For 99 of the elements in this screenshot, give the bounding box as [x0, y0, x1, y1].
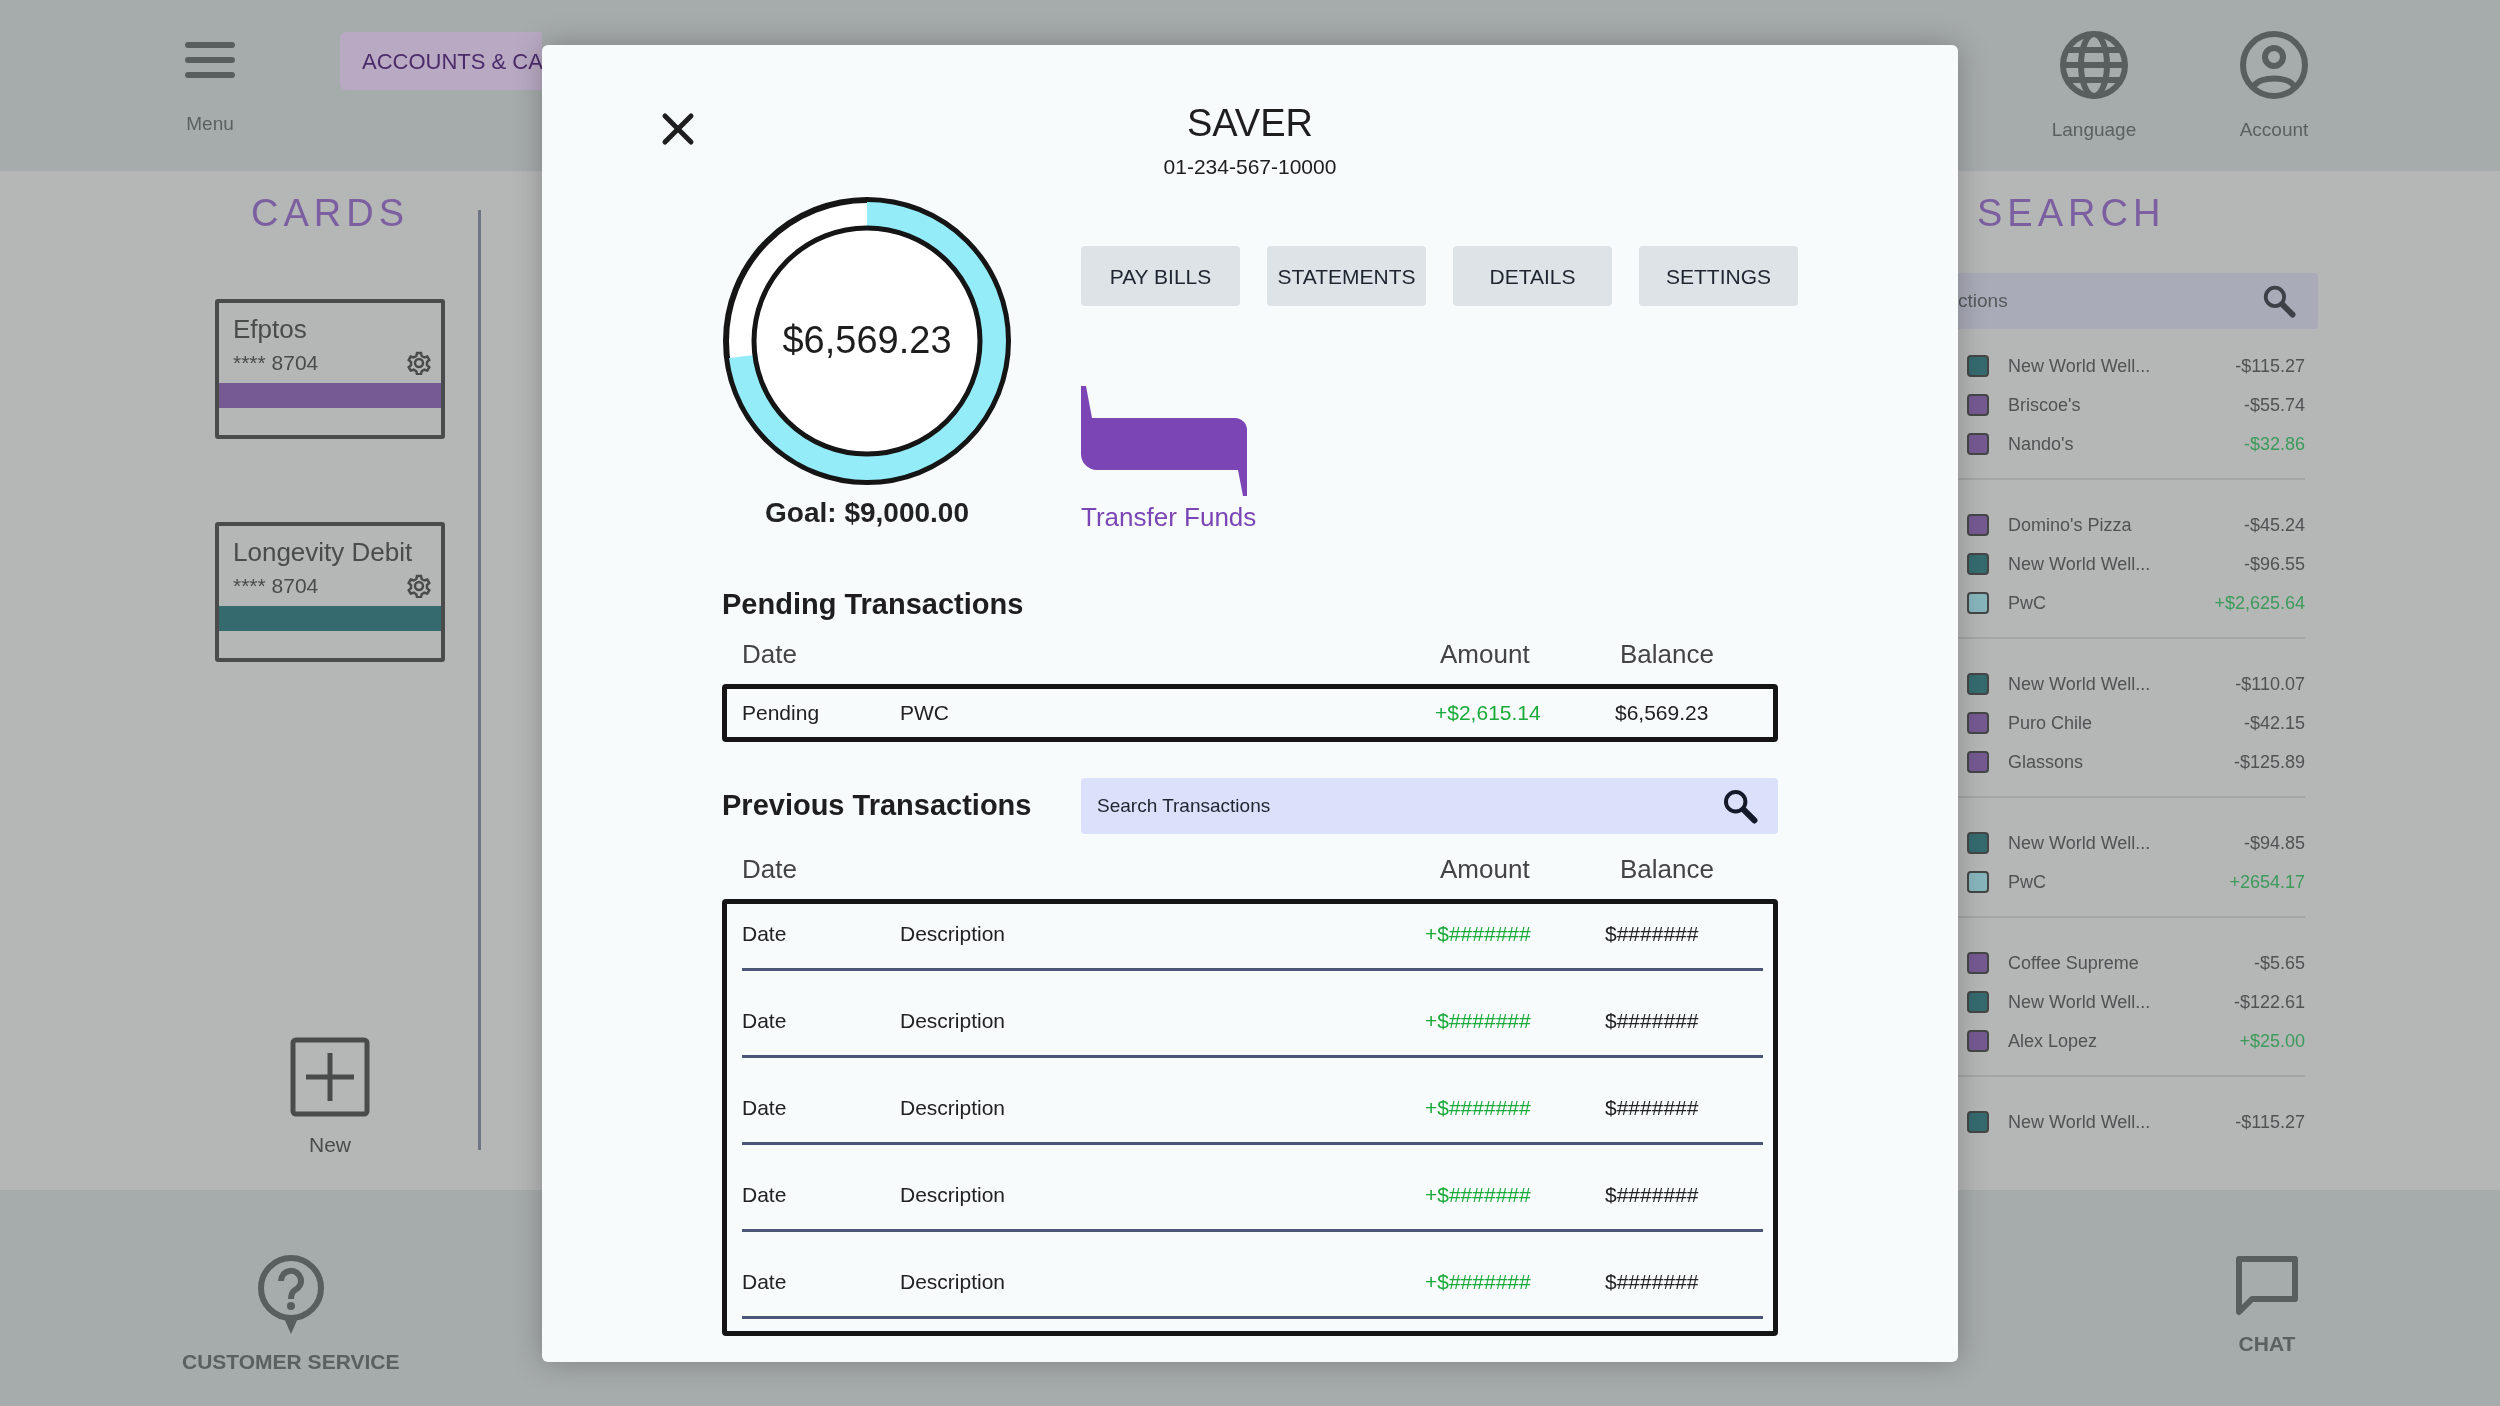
action-button[interactable]: DETAILS: [1453, 246, 1612, 307]
goal-amount: Goal: $9,000.00: [765, 496, 969, 531]
card-number: **** 8704: [233, 349, 319, 376]
card-tile[interactable]: Longevity Debit **** 8704: [215, 521, 445, 662]
transaction-name: PwC: [2008, 870, 2047, 894]
transaction-amount: +$25.00: [2239, 1029, 2305, 1053]
table-cell-text: $#######: [1605, 920, 1700, 947]
search-field[interactable]: Search Transactions: [1081, 777, 1778, 834]
transaction-name: New World Well...: [2008, 354, 2152, 378]
customer-service-button[interactable]: CUSTOMER SERVICE: [182, 1254, 400, 1378]
transaction-name: New World Well...: [2008, 552, 2152, 576]
menu-button[interactable]: Menu: [170, 40, 250, 139]
chat-button[interactable]: CHAT: [2234, 1254, 2300, 1360]
card-tile[interactable]: Efptos **** 8704: [215, 298, 445, 439]
transaction-name: New World Well...: [2008, 990, 2152, 1014]
new-label: New: [309, 1131, 351, 1158]
transaction-name: Alex Lopez: [2008, 1029, 2099, 1053]
table-cell-text: Date: [742, 920, 788, 947]
chat-icon: [2234, 1254, 2300, 1318]
gear-icon: [407, 573, 431, 598]
section-heading: Previous Transactions: [722, 788, 1032, 824]
table-cell-text: +$#######: [1425, 1094, 1532, 1121]
transaction-amount: -$122.61: [2233, 990, 2305, 1014]
table-cell-text: Description: [900, 1268, 1007, 1295]
language-button[interactable]: Language: [2034, 30, 2154, 145]
transaction-amount: -$5.65: [2253, 951, 2305, 975]
action-button[interactable]: SETTINGS: [1639, 246, 1798, 307]
transfer-funds-button[interactable]: Transfer Funds: [1081, 386, 1257, 538]
table-cell-text: Date: [742, 1181, 788, 1208]
transaction-amount: -$32.86: [2243, 432, 2305, 456]
balance-amount: $6,569.23: [782, 320, 952, 363]
transaction-name: Nando's: [2008, 432, 2075, 456]
section-heading: Pending Transactions: [722, 587, 1025, 623]
table-cell-text: $#######: [1605, 1181, 1700, 1208]
section-title: SEARCH: [1976, 191, 2167, 236]
card-name: Longevity Debit: [232, 535, 414, 568]
transaction-name: Glassons: [2008, 750, 2085, 774]
table-cell-text: Description: [900, 1181, 1007, 1208]
account-title: SAVER: [1186, 103, 1314, 145]
column-header: Date: [742, 852, 798, 886]
table-cell-text: Date: [742, 1007, 788, 1034]
transaction-amount: -$110.07: [2235, 672, 2305, 696]
transaction-amount: -$125.89: [2233, 750, 2305, 774]
transfer-icon: [1081, 386, 1247, 497]
gear-icon: [407, 350, 431, 375]
section-title: CARDS: [251, 191, 409, 236]
table-cell-text: +$#######: [1425, 1268, 1532, 1295]
transaction-name: New World Well...: [2008, 672, 2152, 696]
table-cell-text: +$2,615.14: [1435, 700, 1542, 727]
table-cell-text: Date: [742, 1094, 788, 1121]
column-header: Balance: [1620, 852, 1715, 886]
add-button[interactable]: [290, 1036, 370, 1117]
column-header: Balance: [1620, 637, 1715, 671]
transaction-name: Coffee Supreme: [2008, 951, 2140, 975]
table-cell-text: $#######: [1605, 1268, 1700, 1295]
globe-icon: [2059, 30, 2129, 100]
card-number: **** 8704: [233, 572, 319, 599]
table-cell-text: +$#######: [1425, 1181, 1532, 1208]
action-button[interactable]: STATEMENTS: [1267, 246, 1426, 307]
transaction-amount: -$45.24: [2243, 513, 2305, 537]
transaction-name: PwC: [2008, 591, 2047, 615]
column-header: Amount: [1440, 637, 1531, 671]
account-icon: [2239, 30, 2309, 100]
table-cell-text: $#######: [1605, 1094, 1700, 1121]
table-cell-text: Description: [900, 920, 1007, 947]
table-cell-text: Description: [900, 1094, 1007, 1121]
accounts-tab[interactable]: ACCOUNTS & CA: [340, 32, 542, 90]
transaction-amount: +2654.17: [2229, 870, 2305, 894]
table-cell-text: Description: [900, 1007, 1007, 1034]
table-cell-text: PWC: [900, 700, 950, 727]
transaction-amount: +$2,625.64: [2214, 591, 2305, 615]
transaction-amount: -$115.27: [2235, 1110, 2305, 1134]
search-icon: [2262, 283, 2296, 318]
transaction-name: New World Well...: [2008, 1110, 2152, 1134]
column-header: Date: [742, 637, 798, 671]
transaction-amount: -$115.27: [2235, 354, 2305, 378]
table-cell-text: Pending: [742, 700, 821, 727]
card-name: Efptos: [232, 312, 308, 345]
search-icon: [1722, 787, 1758, 824]
table-cell-text: +$#######: [1425, 1007, 1532, 1034]
transaction-amount: -$55.74: [2243, 393, 2305, 417]
menu-icon: [185, 40, 235, 80]
transaction-name: Puro Chile: [2008, 711, 2094, 735]
transaction-amount: -$96.55: [2243, 552, 2305, 576]
transaction-name: Domino's Pizza: [2008, 513, 2133, 537]
column-header: Amount: [1440, 852, 1531, 886]
transaction-name: New World Well...: [2008, 831, 2152, 855]
table-cell-text: $6,569.23: [1615, 700, 1710, 727]
table-cell-text: Date: [742, 1268, 788, 1295]
transaction-amount: -$42.15: [2243, 711, 2305, 735]
table-cell-text: +$#######: [1425, 920, 1532, 947]
account-button[interactable]: Account: [2214, 30, 2334, 145]
action-button[interactable]: PAY BILLS: [1081, 246, 1240, 307]
table-cell-text: $#######: [1605, 1007, 1700, 1034]
close-button[interactable]: [660, 111, 696, 147]
transaction-name: Briscoe's: [2008, 393, 2082, 417]
help-icon: [255, 1254, 326, 1336]
transaction-amount: -$94.85: [2243, 831, 2305, 855]
account-number: 01-234-567-10000: [1163, 153, 1337, 180]
